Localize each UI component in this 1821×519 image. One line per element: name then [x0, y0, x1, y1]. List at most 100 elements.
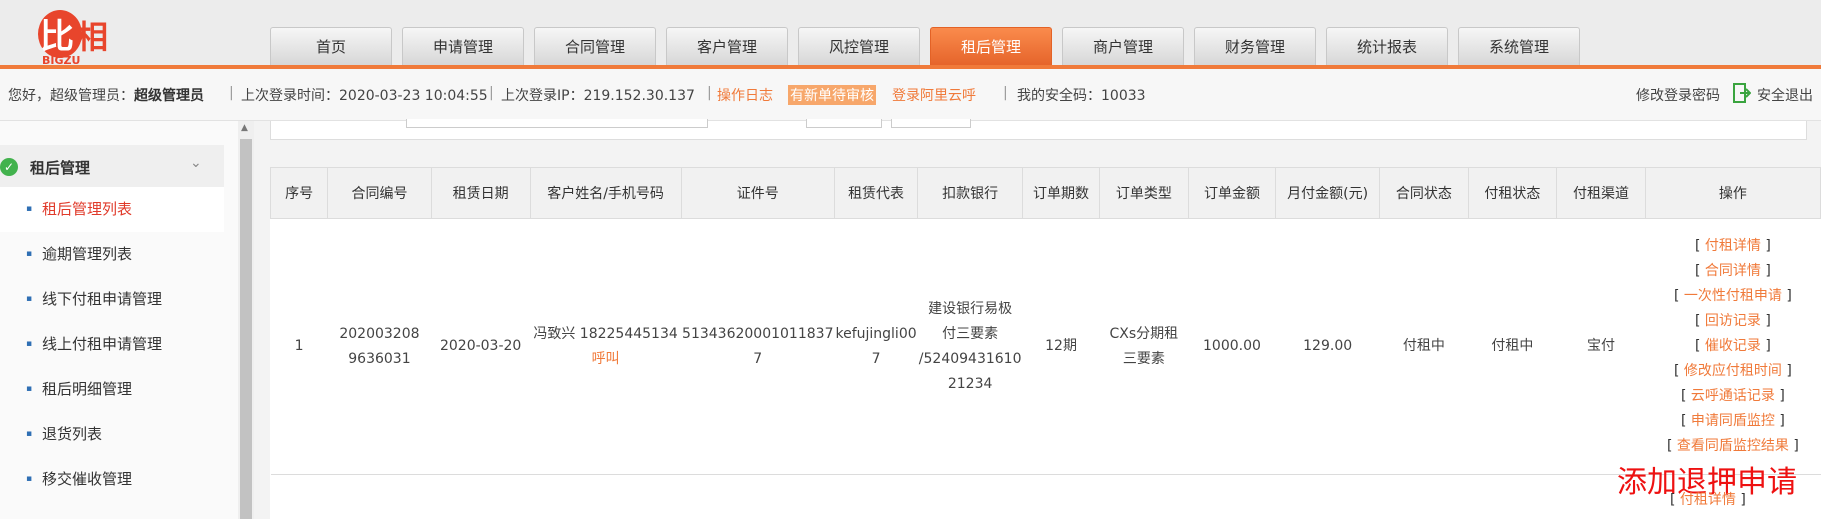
separator: | [489, 85, 494, 101]
op-link[interactable]: [ 合同详情 ] [1646, 259, 1819, 284]
nav-tab[interactable]: 首页 [270, 27, 392, 66]
sidebar-item[interactable]: ▪ 线上付租申请管理 [0, 322, 224, 367]
nav-tab[interactable]: 申请管理 [402, 27, 524, 66]
op-link[interactable]: [ 云呼通话记录 ] [1646, 384, 1819, 409]
sidebar-item-label: 退货列表 [42, 425, 103, 443]
sidebar-item-label: 租后管理列表 [42, 200, 133, 218]
nav-tab[interactable]: 财务管理 [1194, 27, 1316, 66]
nav-tab[interactable]: 商户管理 [1062, 27, 1184, 66]
bullet-icon: ▪ [26, 429, 33, 439]
op-link-extra[interactable]: [ 付租详情 ] [1670, 489, 1746, 509]
filter-button[interactable] [891, 119, 971, 128]
op-link-extra-label[interactable]: 付租详情 [1680, 492, 1736, 508]
bank-line1: 建设银行易极 [928, 300, 1013, 317]
bank-line3: /52409431610 [918, 350, 1022, 367]
sidebar: ✓ 租后管理 ⌄ ▪ 租后管理列表 ▪ 逾期管理列表 ▪ 线下付租申请管理 ▪ 线上付租申请管… [0, 121, 238, 519]
bank-line4: 21234 [947, 375, 993, 392]
column-header[interactable]: 扣款银行 [917, 167, 1024, 219]
op-link-label[interactable]: 付租详情 [1705, 238, 1761, 254]
new-order-badge[interactable]: 有新单待审核 [788, 85, 876, 105]
customer-name-phone: 冯致兴 18225445134 [533, 325, 678, 342]
op-link-label[interactable]: 云呼通话记录 [1691, 388, 1775, 404]
nav-tab[interactable]: 统计报表 [1326, 27, 1448, 66]
app-logo[interactable]: 比 相 BIGZU [20, 4, 120, 66]
scrollbar-thumb[interactable] [240, 139, 252, 519]
chevron-down-icon[interactable]: ⌄ [190, 155, 202, 171]
column-header[interactable]: 合同编号 [327, 167, 432, 219]
op-link-label[interactable]: 催收记录 [1705, 338, 1761, 354]
op-link[interactable]: [ 申请同盾监控 ] [1646, 409, 1819, 434]
column-header[interactable]: 序号 [269, 167, 329, 219]
filter-input[interactable] [406, 119, 708, 128]
column-header[interactable]: 客户姓名/手机号码 [529, 167, 682, 219]
nav-tab[interactable]: 风控管理 [798, 27, 920, 66]
column-header[interactable]: 订单金额 [1187, 167, 1277, 219]
op-link[interactable]: [ 一次性付租申请 ] [1646, 284, 1819, 309]
call-link[interactable]: 呼叫 [592, 351, 620, 367]
column-header[interactable]: 订单期数 [1022, 167, 1100, 219]
table-header-row: 序号 合同编号 租赁日期 客户姓名/手机号码 证件号 租赁代表 扣款银行 订单期数 订单类型 订单… [269, 167, 1821, 219]
rep-line1: kefujingli00 [835, 325, 917, 342]
scroll-up-icon[interactable]: ▲ [241, 123, 248, 133]
op-link[interactable]: [ 回访记录 ] [1646, 309, 1819, 334]
cell-lease-date: 2020-03-20 [431, 218, 531, 475]
column-header[interactable]: 订单类型 [1098, 167, 1189, 219]
separator: | [1003, 85, 1008, 101]
column-header[interactable]: 操作 [1644, 167, 1821, 219]
column-header[interactable]: 租赁代表 [833, 167, 919, 219]
column-header[interactable]: 付租状态 [1467, 167, 1558, 219]
bullet-icon: ▪ [26, 204, 33, 214]
op-link[interactable]: [ 付租详情 ] [1646, 234, 1819, 259]
op-link-label[interactable]: 修改应付租时间 [1684, 363, 1782, 379]
nav-tab[interactable]: 租后管理 [930, 27, 1052, 66]
op-link[interactable]: [ 修改应付租时间 ] [1646, 359, 1819, 384]
cell-periods: 12期 [1022, 218, 1100, 475]
sidebar-item[interactable]: ▪ 线下付租申请管理 [0, 277, 224, 322]
order-type-line1: CXs分期租 [1109, 325, 1179, 342]
filter-button[interactable] [806, 119, 882, 128]
sidebar-item-label: 逾期管理列表 [42, 245, 133, 263]
cell-id-no: 51343620001011837 7 [681, 218, 835, 475]
change-password-link[interactable]: 修改登录密码 [1636, 85, 1720, 105]
op-link-label[interactable]: 合同详情 [1705, 263, 1761, 279]
op-link-label[interactable]: 申请同盾监控 [1691, 413, 1775, 429]
sidebar-item[interactable]: ▪ 移交催收管理 [0, 457, 224, 502]
sidebar-scrollbar[interactable]: ▲ [238, 121, 254, 519]
bullet-icon: ▪ [26, 474, 33, 484]
nav-tab[interactable]: 客户管理 [666, 27, 788, 66]
sidebar-item[interactable]: ▪ 租后明细管理 [0, 367, 224, 412]
op-link-label[interactable]: 查看同盾监控结果 [1677, 438, 1789, 454]
column-header[interactable]: 合同状态 [1379, 167, 1469, 219]
user-name: 超级管理员 [134, 88, 204, 104]
bullet-icon: ▪ [26, 384, 33, 394]
check-circle-icon: ✓ [0, 158, 18, 176]
aliyun-login-link[interactable]: 登录阿里云呼 [892, 85, 976, 105]
op-link[interactable]: [ 查看同盾监控结果 ] [1646, 434, 1819, 459]
sidebar-item-label: 线下付租申请管理 [42, 290, 163, 308]
sidebar-item[interactable]: ▪ 退货列表 [0, 412, 224, 457]
column-header[interactable]: 证件号 [680, 167, 835, 219]
sidebar-section-title: 租后管理 [30, 159, 91, 177]
column-header[interactable]: 付租渠道 [1556, 167, 1646, 219]
bullet-icon: ▪ [26, 339, 33, 349]
sidebar-item[interactable]: ▪ 逾期管理列表 [0, 232, 224, 277]
nav-tab[interactable]: 合同管理 [534, 27, 656, 66]
sidebar-item[interactable]: ▪ 租后管理列表 [0, 187, 224, 232]
info-bar: 您好，超级管理员：超级管理员 | 上次登录时间：2020-03-23 10:04… [0, 69, 1821, 121]
logout-icon[interactable] [1733, 83, 1752, 107]
op-link-label[interactable]: 回访记录 [1705, 313, 1761, 329]
operation-log-link[interactable]: 操作日志 [717, 85, 773, 105]
op-link-label[interactable]: 一次性付租申请 [1684, 288, 1782, 304]
nav-tab[interactable]: 系统管理 [1458, 27, 1580, 66]
id-no-line2: 7 [753, 350, 763, 367]
column-header[interactable]: 月付金额(元) [1275, 167, 1381, 219]
table-row[interactable]: 1 202003208 9636031 2020-03-20 冯致兴 182254… [270, 218, 1821, 475]
data-table: 序号 合同编号 租赁日期 客户姓名/手机号码 证件号 租赁代表 扣款银行 订单期数 订单类型 订单… [269, 167, 1821, 475]
op-link[interactable]: [ 催收记录 ] [1646, 334, 1819, 359]
logout-link[interactable]: 安全退出 [1757, 85, 1813, 105]
sidebar-item-label: 租后明细管理 [42, 380, 133, 398]
cell-channel: 宝付 [1556, 218, 1646, 475]
sidebar-item-label: 线上付租申请管理 [42, 335, 163, 353]
separator: | [707, 85, 712, 101]
column-header[interactable]: 租赁日期 [430, 167, 531, 219]
